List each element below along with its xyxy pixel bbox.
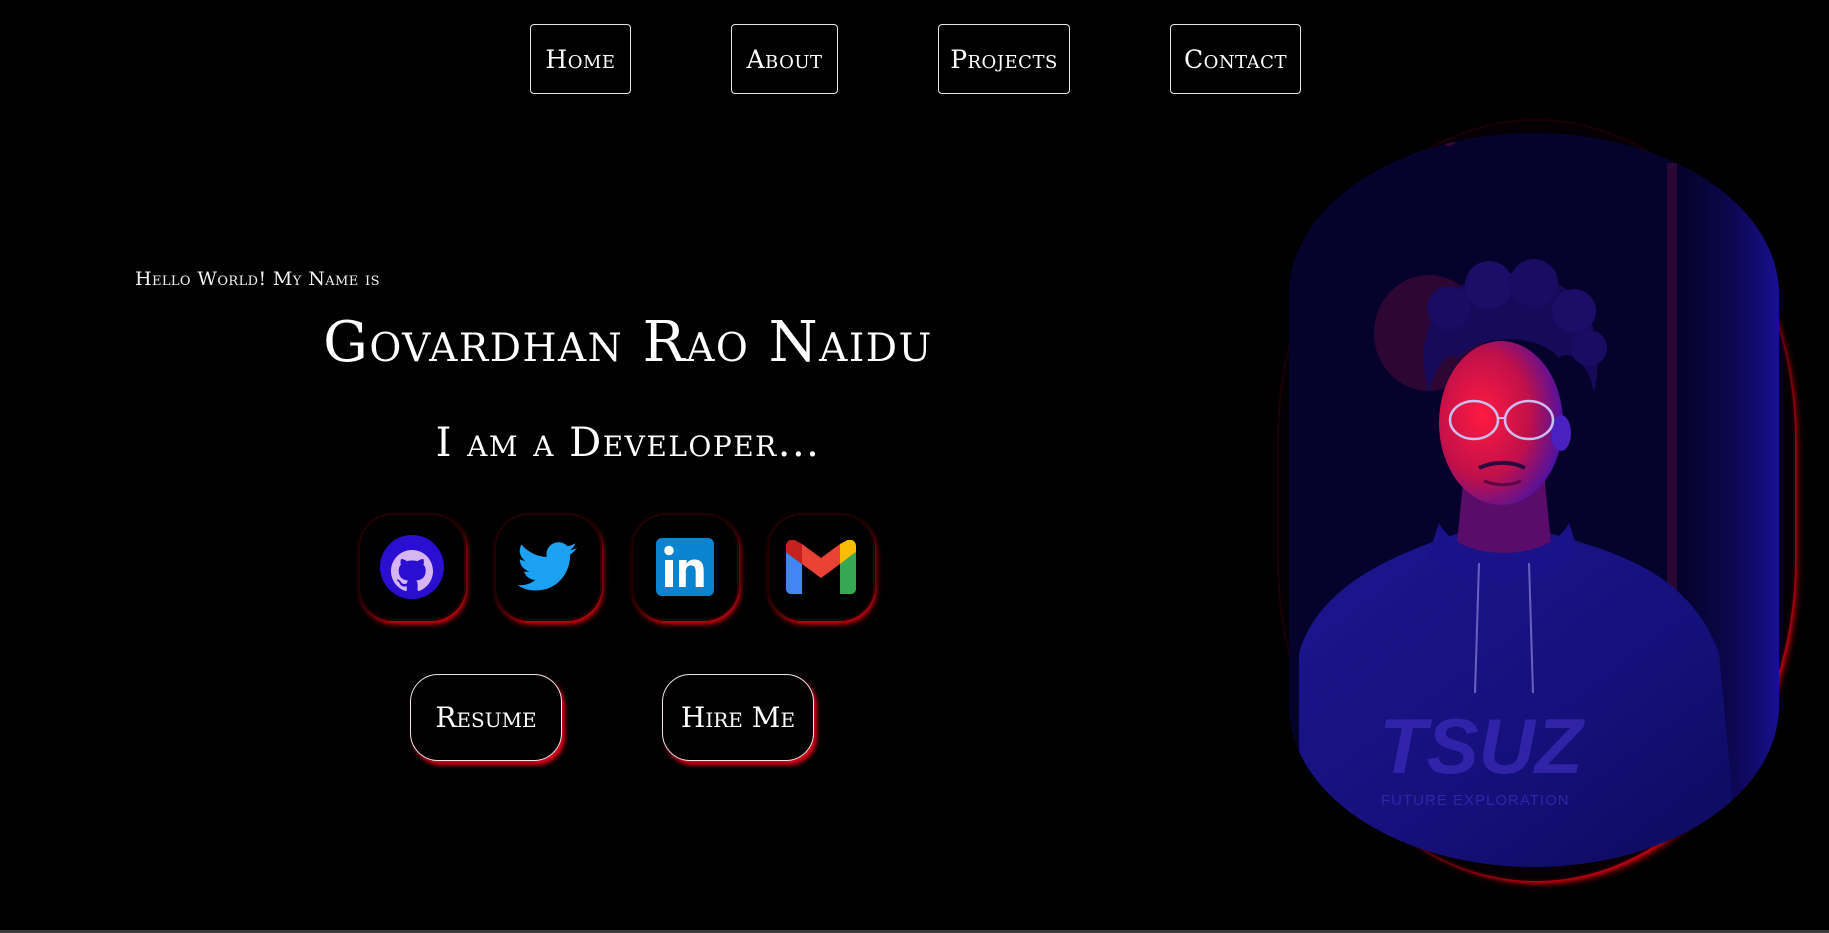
- nav-projects-button[interactable]: Projects: [938, 24, 1070, 94]
- portfolio-page: Home About Projects Contact Hello World!…: [0, 0, 1829, 933]
- hero-name: Govardhan Rao Naidu: [323, 310, 933, 375]
- greeting-text: Hello World! My Name is: [135, 268, 380, 290]
- profile-photo: TSUZ FUTURE EXPLORATION: [1289, 133, 1779, 867]
- resume-button[interactable]: Resume: [410, 674, 562, 761]
- linkedin-icon: [656, 538, 714, 596]
- hero-role: I am a Developer...: [435, 420, 821, 466]
- twitter-icon: [518, 542, 577, 591]
- twitter-button[interactable]: [495, 514, 601, 620]
- linkedin-button[interactable]: [632, 514, 738, 620]
- gmail-button[interactable]: [768, 514, 874, 620]
- gmail-icon: [786, 540, 856, 594]
- shirt-print-text: TSUZ: [1379, 702, 1586, 790]
- hire-me-button[interactable]: Hire Me: [662, 674, 814, 761]
- shirt-print-subtext: FUTURE EXPLORATION: [1381, 792, 1570, 809]
- github-button[interactable]: [359, 514, 465, 620]
- person-illustration: TSUZ FUTURE EXPLORATION: [1289, 133, 1779, 867]
- github-icon: [380, 535, 444, 599]
- nav-contact-button[interactable]: Contact: [1170, 24, 1301, 94]
- nav-about-button[interactable]: About: [731, 24, 838, 94]
- nav-home-button[interactable]: Home: [530, 24, 631, 94]
